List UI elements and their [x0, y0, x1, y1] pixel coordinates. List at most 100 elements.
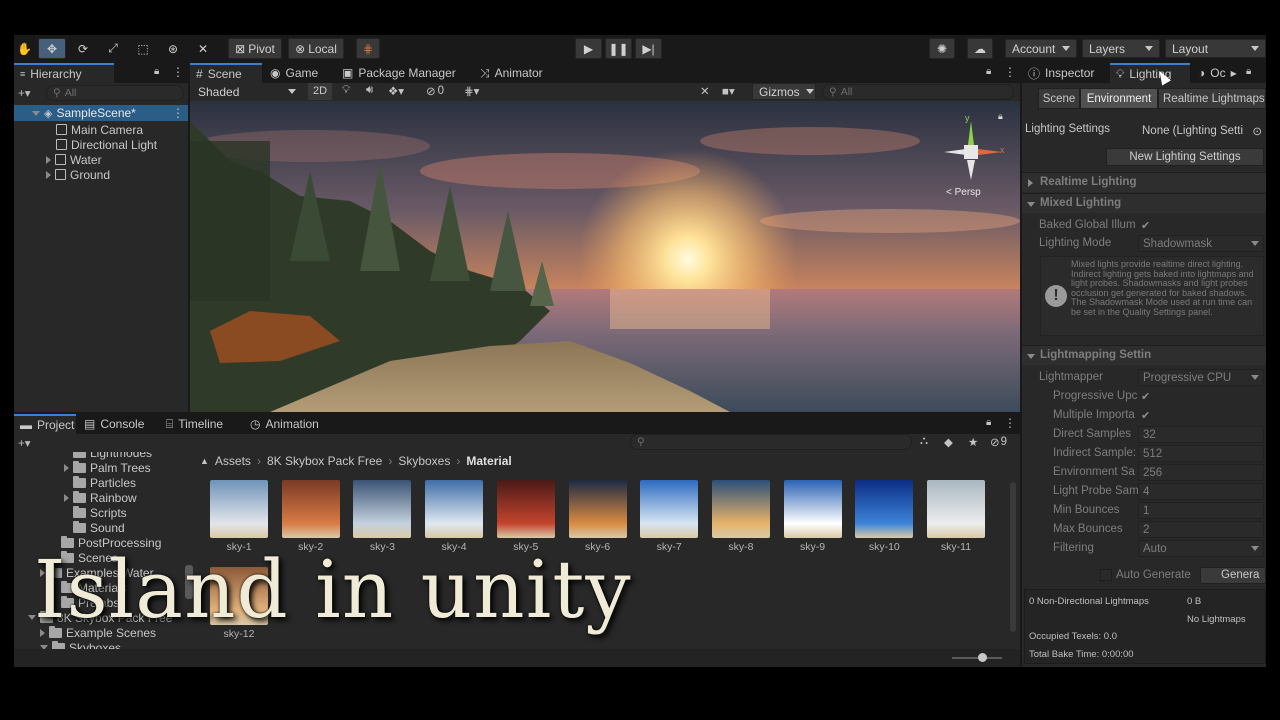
skybox-material-thumbnail[interactable] — [855, 480, 914, 538]
add-icon[interactable]: +▾ — [18, 86, 32, 100]
pivot-toggle[interactable]: ⊠ Pivot — [228, 38, 282, 59]
foldout-arrow-icon[interactable] — [1027, 354, 1035, 359]
kebab-menu-icon[interactable]: ⋮ — [1004, 416, 1016, 430]
project-tree-item[interactable]: Palm Trees — [64, 460, 151, 475]
step-button[interactable]: ▶| — [635, 38, 662, 59]
foldout-arrow-icon[interactable] — [1028, 179, 1033, 187]
tab-animator[interactable]: ⤨ Animator — [474, 63, 549, 83]
play-button[interactable]: ▶ — [575, 38, 602, 59]
light-probe-field[interactable]: 4 — [1138, 483, 1264, 500]
skybox-material-thumbnail[interactable] — [711, 480, 770, 538]
mixed-lighting-header[interactable]: Mixed Lighting — [1022, 193, 1266, 213]
camera-icon[interactable]: ■▾ — [722, 84, 735, 98]
account-dropdown[interactable]: Account — [1005, 39, 1077, 58]
tab-scene[interactable]: # Scene — [190, 63, 262, 83]
lightmapping-settings-header[interactable]: Lightmapping Settin — [1022, 345, 1266, 365]
hierarchy-item-directional-light[interactable]: Directional Light — [56, 137, 157, 152]
hierarchy-item-water[interactable]: Water — [46, 152, 102, 167]
object-picker-icon[interactable]: ⊙ — [1252, 124, 1262, 138]
subtab-environment[interactable]: Environment — [1080, 88, 1158, 109]
hand-tool-icon[interactable]: ✋ — [14, 38, 35, 59]
lighting-settings-field[interactable]: None (Lighting Setti ⊙ — [1138, 122, 1264, 139]
hierarchy-item-ground[interactable]: Ground — [46, 167, 110, 182]
breadcrumb-material[interactable]: Material — [466, 454, 511, 468]
breadcrumb-assets[interactable]: Assets — [215, 454, 251, 468]
custom-tool-icon[interactable]: ✕ — [192, 38, 214, 59]
tab-inspector[interactable]: ⓘ Inspector — [1022, 63, 1100, 83]
lock-icon[interactable]: 🔒︎ — [986, 66, 991, 77]
project-tree-item[interactable]: Scripts — [64, 505, 127, 520]
tab-hierarchy[interactable]: ≡ Hierarchy — [14, 63, 114, 83]
subtab-realtime-lightmaps[interactable]: Realtime Lightmaps — [1158, 88, 1266, 109]
project-tree-item[interactable]: Rainbow — [64, 490, 137, 505]
project-tree-item[interactable]: Lightmodes — [64, 452, 152, 460]
tab-scroll-icon[interactable]: ▸ — [1231, 66, 1237, 80]
persp-label[interactable]: < Persp — [946, 187, 981, 198]
kebab-menu-icon[interactable]: ⋮ — [1004, 65, 1016, 79]
2d-toggle[interactable]: 2D — [308, 83, 332, 100]
scale-tool-icon[interactable]: ⤢ — [102, 38, 124, 59]
progressive-updates-checkbox[interactable]: ✔ — [1141, 390, 1150, 403]
project-tree-item[interactable]: Sound — [64, 520, 125, 535]
scene-menu-icon[interactable]: ⋮ — [172, 106, 184, 120]
skybox-material-thumbnail[interactable] — [496, 480, 555, 538]
favorite-star-icon[interactable]: ★ — [968, 435, 978, 449]
lock-icon[interactable]: 🔒︎ — [1246, 66, 1251, 77]
kebab-menu-icon[interactable]: ⋮ — [172, 65, 184, 79]
expand-arrow-icon[interactable] — [64, 463, 69, 472]
scene-row[interactable]: ◈ SampleScene* ⋮ — [14, 105, 188, 121]
gizmo-center-cube[interactable] — [964, 145, 978, 159]
skybox-material-thumbnail[interactable] — [927, 480, 985, 538]
gizmos-dropdown[interactable]: Gizmos — [752, 83, 816, 100]
cloud-icon[interactable]: ☁ — [967, 38, 993, 59]
y-axis-cone[interactable] — [968, 121, 974, 145]
breadcrumb-skyboxes[interactable]: Skyboxes — [398, 454, 450, 468]
local-toggle[interactable]: ⊗ Local — [288, 38, 344, 59]
rect-tool-icon[interactable]: ⬚ — [132, 38, 154, 59]
skybox-material-thumbnail[interactable] — [568, 480, 627, 538]
auto-generate-checkbox[interactable] — [1100, 569, 1112, 581]
breadcrumb-collapse-icon[interactable]: ▲ — [200, 456, 209, 466]
neg-y-axis-cone[interactable] — [967, 160, 975, 180]
grid-snap-icon[interactable]: ⋕ — [356, 38, 380, 59]
transform-tool-icon[interactable]: ⊛ — [162, 38, 184, 59]
rotate-tool-icon[interactable]: ⟳ — [72, 38, 94, 59]
scene-search-input[interactable]: ⚲ All — [822, 84, 1014, 100]
tab-lighting[interactable]: 💡︎ Lighting — [1110, 63, 1190, 83]
new-lighting-settings-button[interactable]: New Lighting Settings — [1106, 148, 1264, 166]
lightmapper-dropdown[interactable]: Progressive CPU — [1138, 369, 1264, 386]
multiple-importance-checkbox[interactable]: ✔ — [1141, 409, 1150, 422]
skybox-material-thumbnail[interactable] — [210, 480, 268, 538]
lighting-toggle-icon[interactable]: 💡︎ — [342, 84, 350, 97]
expand-arrow-icon[interactable] — [64, 493, 69, 502]
neg-x-axis-cone[interactable] — [944, 149, 966, 155]
breadcrumb-8k-pack[interactable]: 8K Skybox Pack Free — [267, 454, 382, 468]
skybox-material-thumbnail[interactable] — [281, 480, 340, 538]
direct-samples-field[interactable]: 32 — [1138, 426, 1264, 443]
zoom-slider-handle[interactable] — [978, 653, 987, 662]
realtime-lighting-header[interactable]: Realtime Lighting — [1022, 172, 1266, 192]
tab-console[interactable]: ▤ Console — [78, 414, 150, 434]
expand-arrow-icon[interactable] — [32, 110, 40, 116]
generate-lighting-button[interactable]: Genera — [1200, 567, 1266, 584]
expand-arrow-icon[interactable] — [46, 155, 51, 164]
indirect-samples-field[interactable]: 512 — [1138, 445, 1264, 462]
scene-orientation-gizmo[interactable]: y x < Persp — [940, 113, 1010, 203]
skybox-material-thumbnail[interactable] — [353, 480, 412, 538]
foldout-arrow-icon[interactable] — [1027, 202, 1035, 207]
x-axis-cone[interactable] — [978, 149, 1002, 155]
filtering-dropdown[interactable]: Auto — [1138, 540, 1264, 557]
move-tool-icon[interactable]: ✥ — [38, 38, 66, 59]
tab-timeline[interactable]: ⌸ Timeline — [160, 414, 229, 434]
hierarchy-item-main-camera[interactable]: Main Camera — [56, 122, 143, 137]
effects-toggle-icon[interactable]: ❖▾ — [388, 84, 404, 98]
audio-toggle-icon[interactable]: 🔊︎ — [366, 84, 373, 97]
tab-game[interactable]: ◉ Game — [264, 63, 324, 83]
tab-project[interactable]: ▬ Project — [14, 414, 76, 434]
hidden-packages-toggle[interactable]: ⊘ 9 — [990, 435, 1007, 449]
shading-mode-dropdown[interactable]: Shaded — [192, 83, 302, 100]
lock-icon[interactable]: 🔒︎ — [154, 66, 159, 77]
asset-scrollbar[interactable] — [1010, 482, 1016, 632]
hidden-objects-toggle[interactable]: ⊘ 0 — [426, 84, 444, 98]
pause-button[interactable]: ❚❚ — [605, 38, 632, 59]
